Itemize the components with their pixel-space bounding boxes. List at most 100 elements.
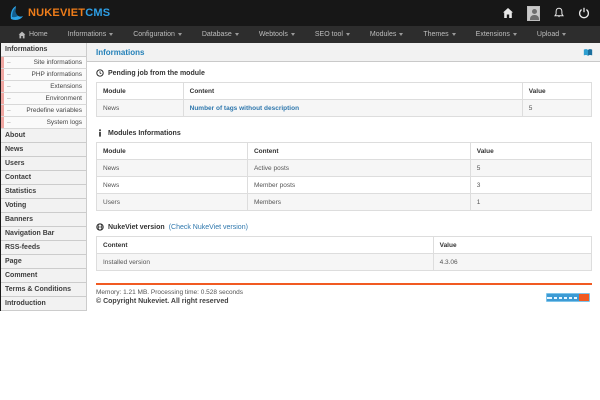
sidebar-item-users[interactable]: Users — [1, 157, 87, 171]
chevron-down-icon — [513, 33, 517, 36]
column-header: Value — [470, 143, 591, 160]
sidebar-group-informations[interactable]: Informations — [1, 43, 87, 57]
nav-item-label: Database — [202, 31, 232, 38]
modules-informations-table: ModuleContentValueNewsActive posts5NewsM… — [96, 142, 592, 211]
table-cell-link[interactable]: Number of tags without description — [190, 105, 299, 112]
table-header-row: ModuleContentValue — [97, 83, 592, 100]
nav-item-seo-tool[interactable]: SEO tool — [305, 31, 360, 38]
section-nukeviet-version: NukeViet version (Check NukeViet version… — [96, 223, 592, 271]
header-actions — [502, 6, 590, 21]
table-cell: News — [97, 100, 184, 117]
section-heading: Pending job from the module — [108, 70, 205, 77]
nav-item-label: Themes — [423, 31, 448, 38]
bell-icon[interactable] — [553, 7, 565, 19]
table-cell: Installed version — [97, 254, 434, 271]
badge-orange-part — [579, 294, 589, 301]
admin-footer: Memory: 1.21 MB. Processing time: 0.528 … — [96, 283, 592, 305]
sidebar-item-navigation-bar[interactable]: Navigation Bar — [1, 227, 87, 241]
chevron-down-icon — [109, 33, 113, 36]
table-row: Installed version4.3.06 — [97, 254, 592, 271]
sidebar-subitem-php-informations[interactable]: – PHP informations — [1, 69, 87, 81]
sidebar-item-about[interactable]: About — [1, 129, 87, 143]
column-header: Content — [97, 237, 434, 254]
sidebar-item-comment[interactable]: Comment — [1, 269, 87, 283]
nav-item-database[interactable]: Database — [192, 31, 249, 38]
help-book-icon[interactable] — [583, 48, 593, 57]
table-header-row: ModuleContentValue — [97, 143, 592, 160]
table-cell: 3 — [470, 177, 591, 194]
memory-status: Memory: 1.21 MB. Processing time: 0.528 … — [96, 289, 592, 296]
table-cell: Member posts — [247, 177, 470, 194]
nav-item-themes[interactable]: Themes — [413, 31, 465, 38]
sidebar-subitem-label: Environment — [46, 95, 83, 102]
globe-icon — [96, 223, 104, 231]
dash-marker: – — [7, 71, 11, 78]
pending-job-table: ModuleContentValueNews Number of tags wit… — [96, 82, 592, 117]
sidebar-item-introduction[interactable]: Introduction — [1, 297, 87, 311]
nav-item-label: Home — [29, 31, 48, 38]
sidebar-subitem-site-informations[interactable]: –Site informations — [1, 57, 87, 69]
sidebar-item-news[interactable]: News — [1, 143, 87, 157]
section-pending-job: Pending job from the module ModuleConten… — [96, 69, 592, 117]
nav-item-informations[interactable]: Informations — [58, 31, 124, 38]
footer-divider — [96, 283, 592, 285]
section-modules-informations: Modules Informations ModuleContentValue N… — [96, 129, 592, 211]
dash-marker: – — [7, 59, 11, 66]
nav-item-webtools[interactable]: Webtools — [249, 31, 305, 38]
chevron-down-icon — [399, 33, 403, 36]
sidebar-item-page[interactable]: Page — [1, 255, 87, 269]
nav-item-label: Modules — [370, 31, 396, 38]
sidebar-subitem-extensions[interactable]: – Extensions — [1, 81, 87, 93]
sidebar-subitem-predefine-variables[interactable]: –Predefine variables — [1, 105, 87, 117]
check-version-link[interactable]: (Check NukeViet version) — [169, 224, 248, 231]
page-title: Informations — [96, 48, 144, 57]
chevron-down-icon — [235, 33, 239, 36]
sidebar-subitem-system-logs[interactable]: –System logs — [1, 117, 87, 129]
section-heading: Modules Informations — [108, 130, 181, 137]
chevron-down-icon — [562, 33, 566, 36]
chevron-down-icon — [346, 33, 350, 36]
table-cell: Active posts — [247, 160, 470, 177]
table-row: NewsNumber of tags without description5 — [97, 100, 592, 117]
nav-item-label: Informations — [68, 31, 107, 38]
sidebar-item-rss-feeds[interactable]: RSS-feeds — [1, 241, 87, 255]
user-avatar[interactable] — [527, 6, 540, 21]
nav-item-modules[interactable]: Modules — [360, 31, 413, 38]
top-header: NUKEVIETCMS — [0, 0, 600, 26]
nav-item-upload[interactable]: Upload — [527, 31, 576, 38]
dash-marker: – — [7, 95, 11, 102]
nav-item-label: Extensions — [476, 31, 510, 38]
column-header: Module — [97, 143, 248, 160]
dash-marker: – — [7, 119, 11, 126]
table-cell: News — [97, 177, 248, 194]
column-header: Value — [522, 83, 591, 100]
info-icon — [96, 129, 104, 137]
sidebar-subitem-label: Extensions — [50, 83, 82, 90]
sidebar-item-voting[interactable]: Voting — [1, 199, 87, 213]
nukeviet-logo[interactable]: NUKEVIETCMS — [8, 5, 110, 21]
copyright-text: © Copyright Nukeviet. All right reserved — [96, 298, 592, 305]
home-icon[interactable] — [502, 7, 514, 19]
column-header: Value — [433, 237, 591, 254]
sidebar-subitem-label: Predefine variables — [26, 107, 82, 114]
sidebar-item-contact[interactable]: Contact — [1, 171, 87, 185]
nav-item-configuration[interactable]: Configuration — [123, 31, 192, 38]
sidebar: Informations–Site informations–PHP infor… — [0, 43, 87, 311]
sidebar-subitem-environment[interactable]: – Environment — [1, 93, 87, 105]
nukeviet-badge[interactable] — [546, 293, 590, 302]
nav-item-extensions[interactable]: Extensions — [466, 31, 527, 38]
nav-item-label: SEO tool — [315, 31, 343, 38]
chevron-down-icon — [291, 33, 295, 36]
sidebar-item-statistics[interactable]: Statistics — [1, 185, 87, 199]
table-cell: 5 — [470, 160, 591, 177]
sidebar-item-terms-conditions[interactable]: Terms & Conditions — [1, 283, 87, 297]
sidebar-item-banners[interactable]: Banners — [1, 213, 87, 227]
power-icon[interactable] — [578, 7, 590, 19]
nukeviet-version-table: ContentValueInstalled version4.3.06 — [96, 236, 592, 271]
dash-marker: – — [7, 83, 11, 90]
table-cell: Number of tags without description — [183, 100, 522, 117]
nav-item-home[interactable]: Home — [8, 31, 58, 39]
nav-item-label: Webtools — [259, 31, 288, 38]
chevron-down-icon — [452, 33, 456, 36]
sidebar-subitem-label: PHP informations — [32, 71, 82, 78]
